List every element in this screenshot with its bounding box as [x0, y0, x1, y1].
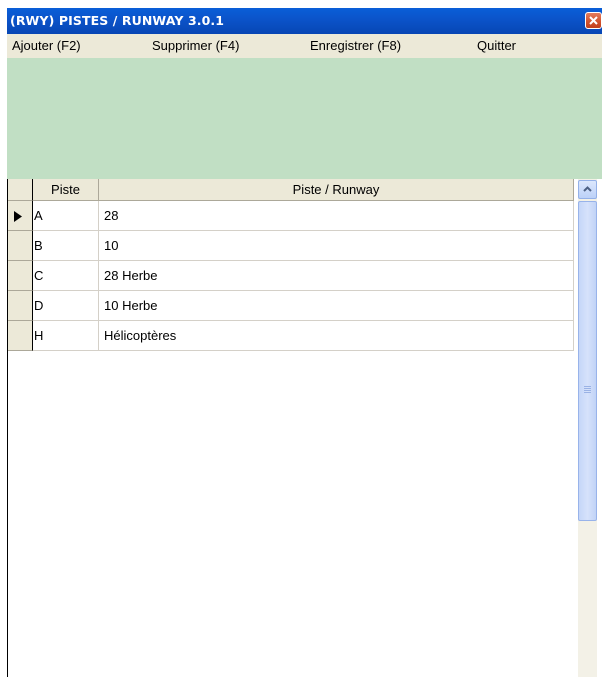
table-row[interactable]: H Hélicoptères	[8, 321, 574, 351]
cell-piste[interactable]: H	[33, 321, 99, 351]
cell-piste[interactable]: B	[33, 231, 99, 261]
close-button[interactable]	[585, 12, 602, 29]
row-selector[interactable]	[8, 321, 33, 351]
scroll-up-button[interactable]	[578, 180, 597, 199]
cell-runway[interactable]: 28	[99, 201, 574, 231]
row-selector[interactable]	[8, 261, 33, 291]
row-selector[interactable]	[8, 291, 33, 321]
table-row[interactable]: D 10 Herbe	[8, 291, 574, 321]
close-icon	[589, 16, 598, 25]
row-selector[interactable]	[8, 201, 33, 231]
column-header-runway[interactable]: Piste / Runway	[99, 179, 574, 201]
runway-window: (RWY) PISTES / RUNWAY 3.0.1 Ajouter (F2)…	[7, 8, 602, 677]
scroll-thumb[interactable]	[578, 201, 597, 521]
cell-runway[interactable]: 10	[99, 231, 574, 261]
menu-bar: Ajouter (F2) Supprimer (F4) Enregistrer …	[7, 34, 602, 56]
vertical-scrollbar[interactable]	[578, 179, 597, 677]
grid-header: Piste Piste / Runway	[8, 179, 574, 201]
cell-runway[interactable]: Hélicoptères	[99, 321, 574, 351]
grip-icon	[584, 386, 591, 394]
header-indicator	[8, 179, 33, 201]
runway-grid[interactable]: Piste Piste / Runway A 28 B 10 C 28 Herb…	[7, 179, 602, 677]
table-row[interactable]: B 10	[8, 231, 574, 261]
green-panel	[7, 58, 602, 179]
cell-piste[interactable]: C	[33, 261, 99, 291]
window-title: (RWY) PISTES / RUNWAY 3.0.1	[10, 13, 225, 28]
menu-quitter[interactable]: Quitter	[477, 38, 516, 53]
cell-runway[interactable]: 28 Herbe	[99, 261, 574, 291]
table-row[interactable]: A 28	[8, 201, 574, 231]
column-header-piste[interactable]: Piste	[33, 179, 99, 201]
table-row[interactable]: C 28 Herbe	[8, 261, 574, 291]
title-bar[interactable]: (RWY) PISTES / RUNWAY 3.0.1	[7, 8, 602, 34]
menu-ajouter[interactable]: Ajouter (F2)	[12, 38, 81, 53]
row-pointer-icon	[14, 211, 22, 222]
cell-piste[interactable]: D	[33, 291, 99, 321]
cell-piste[interactable]: A	[33, 201, 99, 231]
cell-runway[interactable]: 10 Herbe	[99, 291, 574, 321]
chevron-up-icon	[583, 186, 592, 192]
menu-enregistrer[interactable]: Enregistrer (F8)	[310, 38, 401, 53]
menu-supprimer[interactable]: Supprimer (F4)	[152, 38, 239, 53]
row-selector[interactable]	[8, 231, 33, 261]
